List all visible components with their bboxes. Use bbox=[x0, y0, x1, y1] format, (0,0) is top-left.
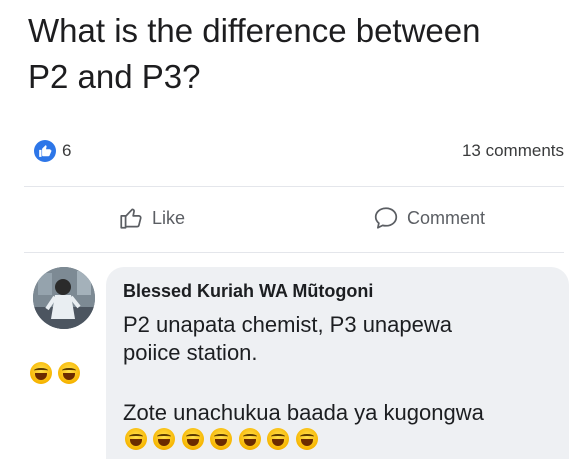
laughing-emoji-icon bbox=[295, 428, 318, 450]
thumbs-up-icon bbox=[120, 208, 142, 229]
comment-emojis bbox=[125, 428, 320, 450]
reactions-summary: 6 13 comments bbox=[34, 138, 564, 164]
post-text-line-1: What is the difference between bbox=[28, 12, 481, 49]
laughing-emoji-icon bbox=[210, 428, 233, 450]
laughing-emoji-icon bbox=[238, 428, 261, 450]
comment-text-line: poiice station. bbox=[123, 340, 258, 365]
comment-label: Comment bbox=[407, 207, 486, 228]
laughing-emoji-icon bbox=[181, 428, 204, 450]
laughing-emoji-icon bbox=[153, 428, 176, 450]
divider bbox=[24, 252, 564, 253]
post-text: What is the difference between P2 and P3… bbox=[28, 8, 568, 100]
laughing-emoji-icon bbox=[267, 428, 290, 450]
reaction-emojis bbox=[30, 362, 82, 384]
divider bbox=[24, 186, 564, 187]
laughing-emoji-icon bbox=[58, 362, 81, 384]
laughing-emoji-icon bbox=[30, 362, 52, 384]
comment-bubble-icon bbox=[374, 207, 398, 229]
post-text-line-2: P2 and P3? bbox=[28, 58, 201, 95]
laughing-emoji-icon bbox=[125, 428, 147, 450]
comment-text-line: P2 unapata chemist, P3 unapewa bbox=[123, 312, 453, 337]
comment-text-line: Zote unachukua baada ya kugongwa bbox=[123, 400, 484, 425]
comment-button[interactable]: Comment bbox=[373, 203, 485, 233]
avatar[interactable] bbox=[33, 267, 95, 329]
comment-author[interactable]: Blessed Kuriah WA Mũtogoni bbox=[123, 281, 373, 302]
like-badge-icon[interactable] bbox=[34, 140, 56, 162]
comments-count[interactable]: 13 comments bbox=[462, 141, 564, 161]
like-button[interactable]: Like bbox=[118, 203, 185, 233]
like-label: Like bbox=[152, 207, 186, 228]
like-count[interactable]: 6 bbox=[62, 141, 71, 161]
